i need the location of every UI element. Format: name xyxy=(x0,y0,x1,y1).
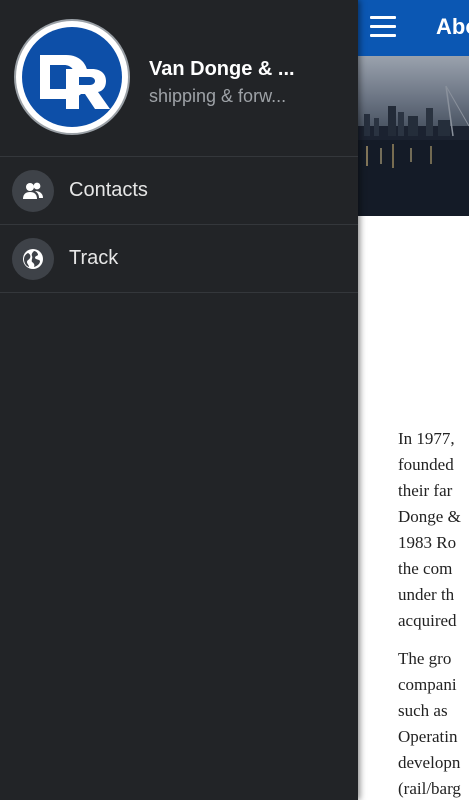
company-logo xyxy=(14,19,130,135)
article-content: In 1977, founded their far Donge & 1983 … xyxy=(358,216,469,800)
paragraph-2: The gro compani such as Operatin develop… xyxy=(398,649,461,798)
contacts-icon xyxy=(12,170,54,212)
nav-item-contacts[interactable]: Contacts xyxy=(0,157,358,225)
app-bar: Abo xyxy=(358,0,469,56)
menu-icon[interactable] xyxy=(370,16,396,38)
paragraph-1: In 1977, founded their far Donge & 1983 … xyxy=(398,429,461,630)
nav-item-label: Contacts xyxy=(69,179,148,201)
hero-image xyxy=(358,56,469,216)
navigation-drawer: Van Donge & ... shipping & forw... Conta… xyxy=(0,0,358,800)
company-subtitle: shipping & forw... xyxy=(149,86,287,106)
drawer-header: Van Donge & ... shipping & forw... xyxy=(0,0,358,157)
globe-icon xyxy=(12,238,54,280)
page-title: Abo xyxy=(436,14,469,39)
nav-item-track[interactable]: Track xyxy=(0,225,358,293)
company-name: Van Donge & ... xyxy=(149,58,295,80)
nav-item-label: Track xyxy=(69,247,119,269)
